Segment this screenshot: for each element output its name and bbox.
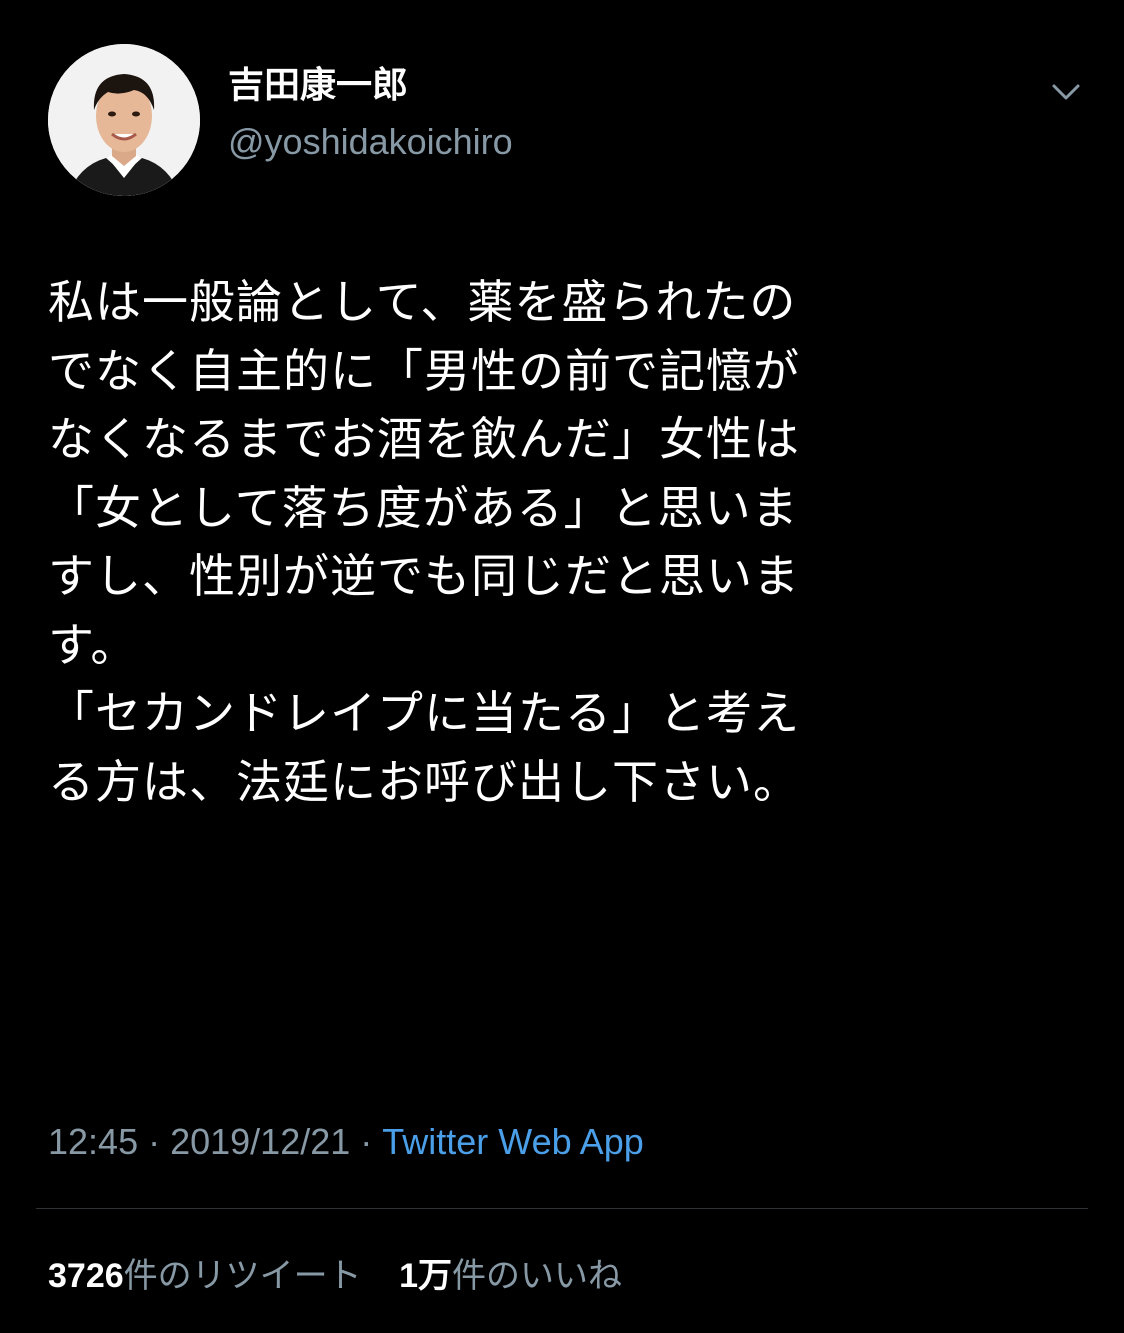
- tweet-text-line: なくなるまでお酒を飲んだ」女性は: [48, 412, 800, 466]
- user-handle[interactable]: @yoshidakoichiro: [228, 120, 513, 164]
- tweet-text-line: 私は一般論として、薬を盛られたの: [48, 275, 797, 329]
- tweet-text-line: でなく自主的に「男性の前で記憶が: [48, 343, 800, 398]
- avatar[interactable]: [48, 44, 200, 196]
- display-name[interactable]: 吉田康一郎: [228, 62, 513, 110]
- retweet-count: 3726: [48, 1257, 124, 1295]
- like-label: 件のいいね: [452, 1256, 623, 1296]
- meta-separator: ·: [360, 1121, 373, 1162]
- tweet-text-line: 「セカンドレイプに当たる」と考え: [48, 686, 800, 740]
- tweet-source-link[interactable]: Twitter Web App: [382, 1121, 643, 1162]
- chevron-down-icon: [1052, 84, 1080, 100]
- tweet-stats: 3726件のリツイート 1万件のいいね: [48, 1252, 650, 1300]
- retweet-label: 件のリツイート: [123, 1256, 362, 1296]
- retweet-count-link[interactable]: 3726件のリツイート: [48, 1252, 362, 1300]
- author-info[interactable]: 吉田康一郎 @yoshidakoichiro: [228, 62, 513, 164]
- tweet-text-line: す。: [48, 617, 138, 672]
- like-count: 1万: [399, 1257, 453, 1295]
- more-options-button[interactable]: [1044, 74, 1088, 110]
- tweet-text-line: る方は、法廷にお呼び出し下さい。: [48, 754, 800, 809]
- meta-separator: ·: [148, 1121, 161, 1162]
- profile-photo-icon: [48, 44, 200, 196]
- divider: [36, 1208, 1088, 1209]
- tweet-header: 吉田康一郎 @yoshidakoichiro: [48, 44, 1088, 196]
- like-count-link[interactable]: 1万件のいいね: [399, 1252, 622, 1300]
- tweet-metadata: 12:45 · 2019/12/21 · Twitter Web App: [48, 1118, 644, 1166]
- tweet-time[interactable]: 12:45: [48, 1121, 138, 1162]
- tweet-text: 私は一般論として、薬を盛られたの でなく自主的に「男性の前で記憶が なくなるまで…: [48, 268, 1048, 816]
- tweet-date[interactable]: 2019/12/21: [170, 1121, 350, 1162]
- tweet-text-line: 「女として落ち度がある」と思いま: [48, 480, 799, 535]
- tweet-text-line: すし、性別が逆でも同じだと思いま: [48, 549, 800, 603]
